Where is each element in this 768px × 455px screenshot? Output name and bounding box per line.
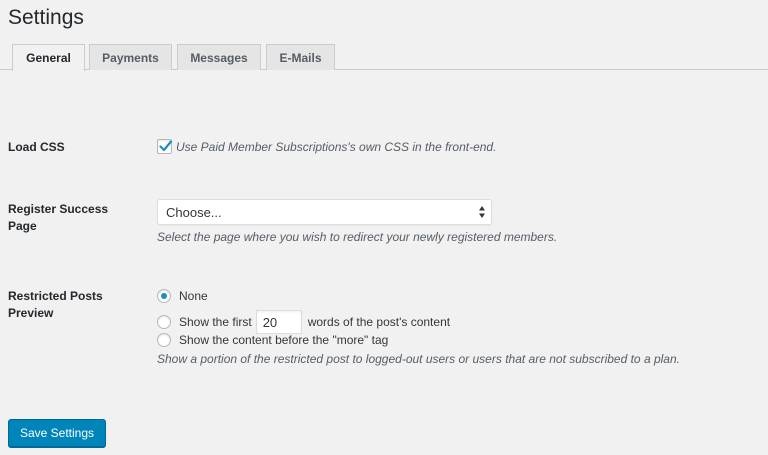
tab-emails[interactable]: E-Mails (266, 44, 335, 70)
radio-first-words-suffix: words of the post's content (307, 315, 451, 329)
register-success-select[interactable]: Choose... (157, 199, 492, 225)
radio-first-words[interactable] (157, 315, 171, 329)
radio-option-more-tag[interactable]: Show the content before the "more" tag (157, 333, 388, 347)
page-title: Settings (8, 6, 84, 29)
load-css-checkbox[interactable] (157, 139, 173, 154)
load-css-checkbox-text: Use Paid Member Subscriptions's own CSS … (176, 139, 497, 154)
tab-general[interactable]: General (12, 44, 85, 71)
tab-messages[interactable]: Messages (177, 44, 261, 70)
restricted-preview-label: Restricted Posts Preview (8, 289, 103, 320)
tab-payments[interactable]: Payments (89, 44, 172, 70)
register-success-label: Register Success Page (8, 202, 109, 233)
restricted-preview-description: Show a portion of the restricted post to… (157, 352, 680, 366)
radio-first-words-prefix: Show the first (179, 315, 252, 329)
register-success-description: Select the page where you wish to redire… (157, 230, 558, 244)
radio-none[interactable] (157, 289, 171, 303)
words-count-input[interactable]: 20 (255, 310, 302, 334)
radio-option-first-words[interactable]: Show the first 20 words of the post's co… (157, 310, 450, 334)
radio-selected-dot (161, 293, 167, 299)
settings-page: Settings General Payments Messages E-Mai… (0, 0, 768, 455)
radio-more-tag-label: Show the content before the "more" tag (179, 333, 389, 347)
register-success-selected-value: Choose... (166, 204, 222, 220)
radio-none-label: None (179, 289, 208, 303)
load-css-option: Use Paid Member Subscriptions's own CSS … (157, 139, 496, 154)
radio-more-tag[interactable] (157, 333, 171, 347)
save-settings-button[interactable]: Save Settings (8, 419, 106, 447)
checkmark-icon (159, 140, 173, 152)
select-arrows-icon (479, 206, 485, 218)
radio-option-none[interactable]: None (157, 289, 208, 303)
tab-bar: General Payments Messages E-Mails (0, 43, 768, 71)
load-css-label: Load CSS (8, 140, 65, 154)
